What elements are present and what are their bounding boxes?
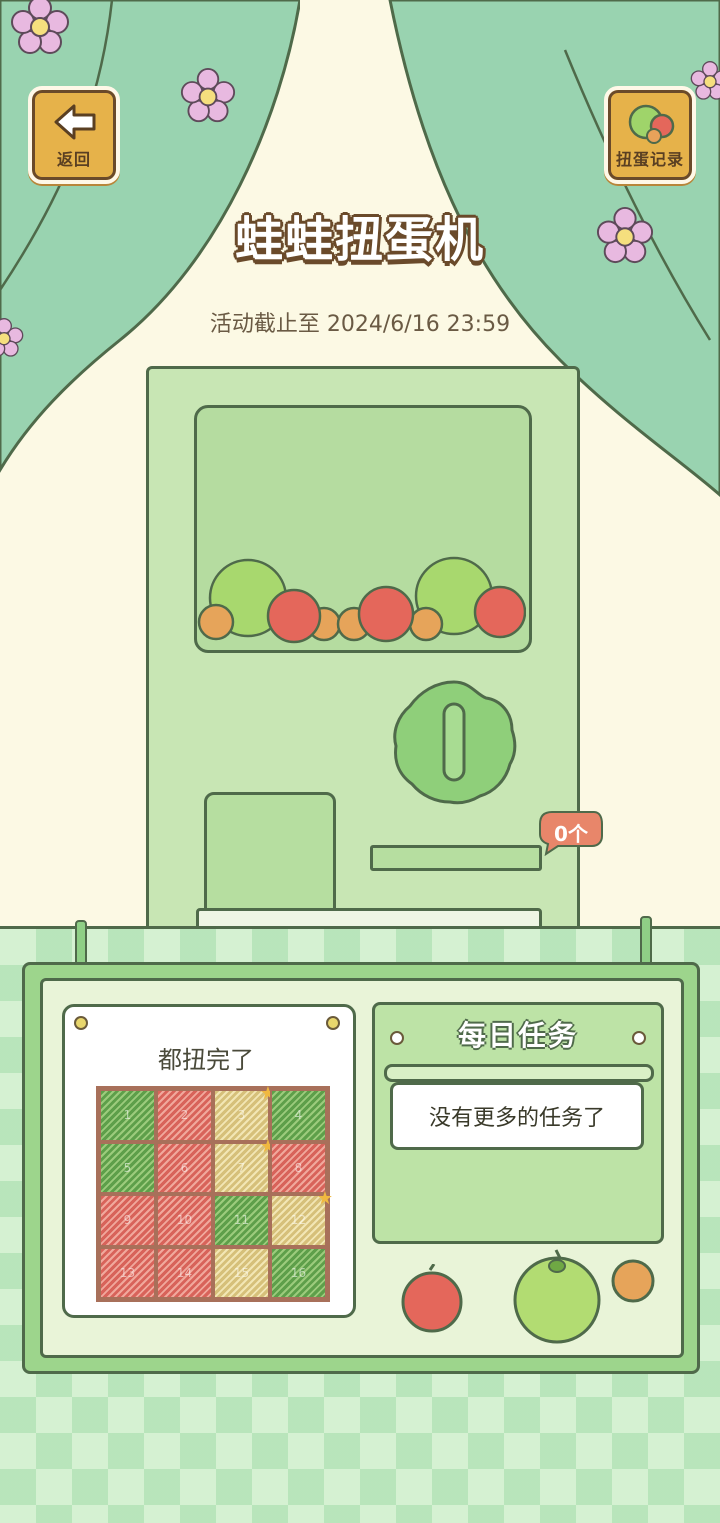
back-button-label: 返回 [56,150,91,169]
back-button[interactable]: 返回 [28,86,120,184]
coin-slot [370,845,542,871]
collection-cell: 8 [270,1141,327,1194]
task-rod [384,1064,654,1082]
collection-cell: 13 [99,1246,156,1299]
collection-cell-number: 14 [176,1265,193,1280]
collection-cell: 14 [156,1246,213,1299]
collection-cell-number: 1 [123,1108,132,1123]
collection-cell: 5 [99,1141,156,1194]
collection-cell-number: 11 [233,1213,250,1228]
collection-cell: 10 [156,1194,213,1247]
gacha-record-button[interactable]: 扭蛋记录 [604,86,696,184]
collection-cell-number: 16 [290,1265,307,1280]
collection-cell: 9 [99,1194,156,1247]
star-icon: ★ [316,1188,333,1209]
collection-cell-number: 9 [123,1213,132,1228]
daily-task-title: 每日任务 [457,1019,578,1052]
event-deadline: 活动截止至 2024/6/16 23:59 [209,312,511,337]
collection-cell-number: 7 [237,1160,246,1175]
fruit-icon [628,104,675,144]
collection-cell-number: 4 [294,1108,303,1123]
collection-cell: 2 [156,1089,213,1142]
collection-cell: 7 ★ [213,1136,276,1194]
collection-cell-number: 10 [176,1213,193,1228]
fruit-capsules [197,556,526,644]
collection-cell: 15 [213,1246,270,1299]
arrow-left-icon [54,104,96,140]
collection-cell: 3 ★ [213,1083,276,1142]
capsule-outlet [204,792,336,920]
collection-cell-number: 12 [290,1213,307,1228]
capsule-count: 0个 [554,822,588,846]
collection-cell-number: 2 [180,1108,189,1123]
flower-icon [180,68,236,123]
collection-cell-number: 13 [119,1265,136,1280]
collection-grid: 1 2 3 ★ 4 5 6 7 ★ 8 9 10 11 12 ★ 13 14 15 16 [96,1083,333,1302]
collection-cell: 4 [270,1089,327,1142]
collection-cell: 11 [213,1194,270,1247]
collection-cell-number: 5 [123,1160,132,1175]
collection-cell: 16 [270,1246,327,1299]
collection-cell-number: 3 [237,1108,246,1123]
pin-icon [326,1016,340,1030]
collection-status: 都扭完了 [158,1046,254,1074]
collection-cell: 12 ★ [270,1188,333,1247]
gacha-record-label: 扭蛋记录 [615,150,684,169]
collection-cell: 6 [156,1141,213,1194]
collection-cell: 1 [99,1089,156,1142]
gacha-knob[interactable] [388,676,520,808]
daily-task-message: 没有更多的任务了 [390,1082,644,1150]
collection-cell-number: 15 [233,1265,250,1280]
lychee-icon [401,1264,463,1333]
collection-cell-number: 8 [294,1160,303,1175]
guava-icon [513,1249,601,1344]
longan-icon [611,1259,655,1303]
collection-cell-number: 6 [180,1160,189,1175]
page-title: 蛙蛙扭蛋机 [234,212,485,268]
pin-icon [74,1016,88,1030]
flower-icon [11,0,69,54]
